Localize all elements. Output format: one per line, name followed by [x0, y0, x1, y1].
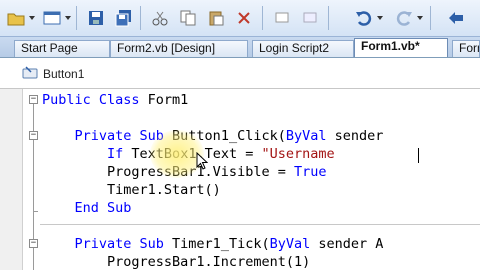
tab-form2-design[interactable]: Form2.vb [Design]	[110, 40, 248, 57]
tab-login-script2[interactable]: Login Script2	[252, 40, 354, 57]
tab-form1-vb[interactable]: Form1.vb*	[354, 38, 448, 57]
layout-dropdown-icon[interactable]	[40, 6, 64, 30]
toolbar-separator	[430, 6, 431, 30]
code-editor[interactable]: − − − Public Class Form1 Private Sub But…	[0, 89, 480, 270]
document-tabs: Start Page Form2.vb [Design] Login Scrip…	[0, 37, 480, 58]
toolbar-separator	[262, 6, 263, 30]
mouse-cursor-icon	[196, 151, 209, 174]
code-line[interactable]: End Sub	[42, 199, 132, 217]
uncomment-icon[interactable]	[298, 6, 322, 30]
class-name-label: Button1	[43, 67, 85, 81]
tab-form-overflow[interactable]: Form	[452, 40, 480, 57]
code-token: Public Class	[42, 92, 148, 108]
undo-icon[interactable]	[352, 6, 376, 30]
outline-end	[33, 211, 38, 212]
code-line[interactable]: Private Sub Timer1_Tick(ByVal sender A	[42, 235, 384, 253]
class-name-combo[interactable]: Button1	[22, 64, 322, 84]
comment-icon[interactable]	[270, 6, 294, 30]
code-token: sender	[326, 128, 384, 144]
code-token: Timer1.Start()	[42, 182, 221, 198]
button-component-icon	[22, 65, 38, 84]
navigation-bar: Button1	[0, 58, 480, 89]
toolbar-separator	[328, 6, 329, 30]
standard-toolbar	[0, 0, 480, 37]
code-token: ByVal	[285, 128, 327, 144]
save-all-icon[interactable]	[112, 6, 136, 30]
code-token: True	[293, 164, 327, 180]
open-folder-icon[interactable]	[4, 6, 28, 30]
code-token: ProgressBar1.Increment(1)	[42, 254, 311, 270]
chevron-down-icon[interactable]	[417, 16, 423, 20]
save-icon[interactable]	[84, 6, 108, 30]
collapse-class-toggle[interactable]: −	[29, 95, 38, 104]
indicator-margin	[0, 89, 23, 270]
collapse-sub-toggle[interactable]: −	[29, 239, 38, 248]
code-line[interactable]: Public Class Form1	[42, 91, 188, 109]
redo-icon[interactable]	[392, 6, 416, 30]
chevron-down-icon[interactable]	[29, 16, 35, 20]
toolbar-separator	[140, 6, 141, 30]
chevron-down-icon[interactable]	[377, 16, 383, 20]
code-line[interactable]: ProgressBar1.Increment(1)	[42, 253, 310, 271]
code-token: Form1	[147, 92, 189, 108]
code-token: ByVal	[269, 236, 311, 252]
code-token: End Sub	[42, 200, 132, 216]
collapse-sub-toggle[interactable]: −	[29, 131, 38, 140]
cut-icon[interactable]	[148, 6, 172, 30]
copy-icon[interactable]	[176, 6, 200, 30]
code-line[interactable]: Timer1.Start()	[42, 181, 221, 199]
chevron-down-icon[interactable]	[65, 16, 71, 20]
code-token: sender A	[310, 236, 384, 252]
text-caret	[418, 148, 419, 163]
code-token: Private Sub	[42, 236, 173, 252]
code-line[interactable]: Private Sub Button1_Click(ByVal sender	[42, 127, 384, 145]
code-token: Timer1_Tick(	[172, 236, 270, 252]
navigate-icon[interactable]	[444, 6, 468, 30]
delete-icon[interactable]	[232, 6, 256, 30]
code-token: If	[107, 146, 132, 162]
toolbar-separator	[76, 6, 77, 30]
tab-start-page[interactable]: Start Page	[14, 40, 110, 57]
paste-icon[interactable]	[204, 6, 228, 30]
code-token: "Username	[261, 146, 335, 162]
procedure-separator	[40, 224, 480, 225]
